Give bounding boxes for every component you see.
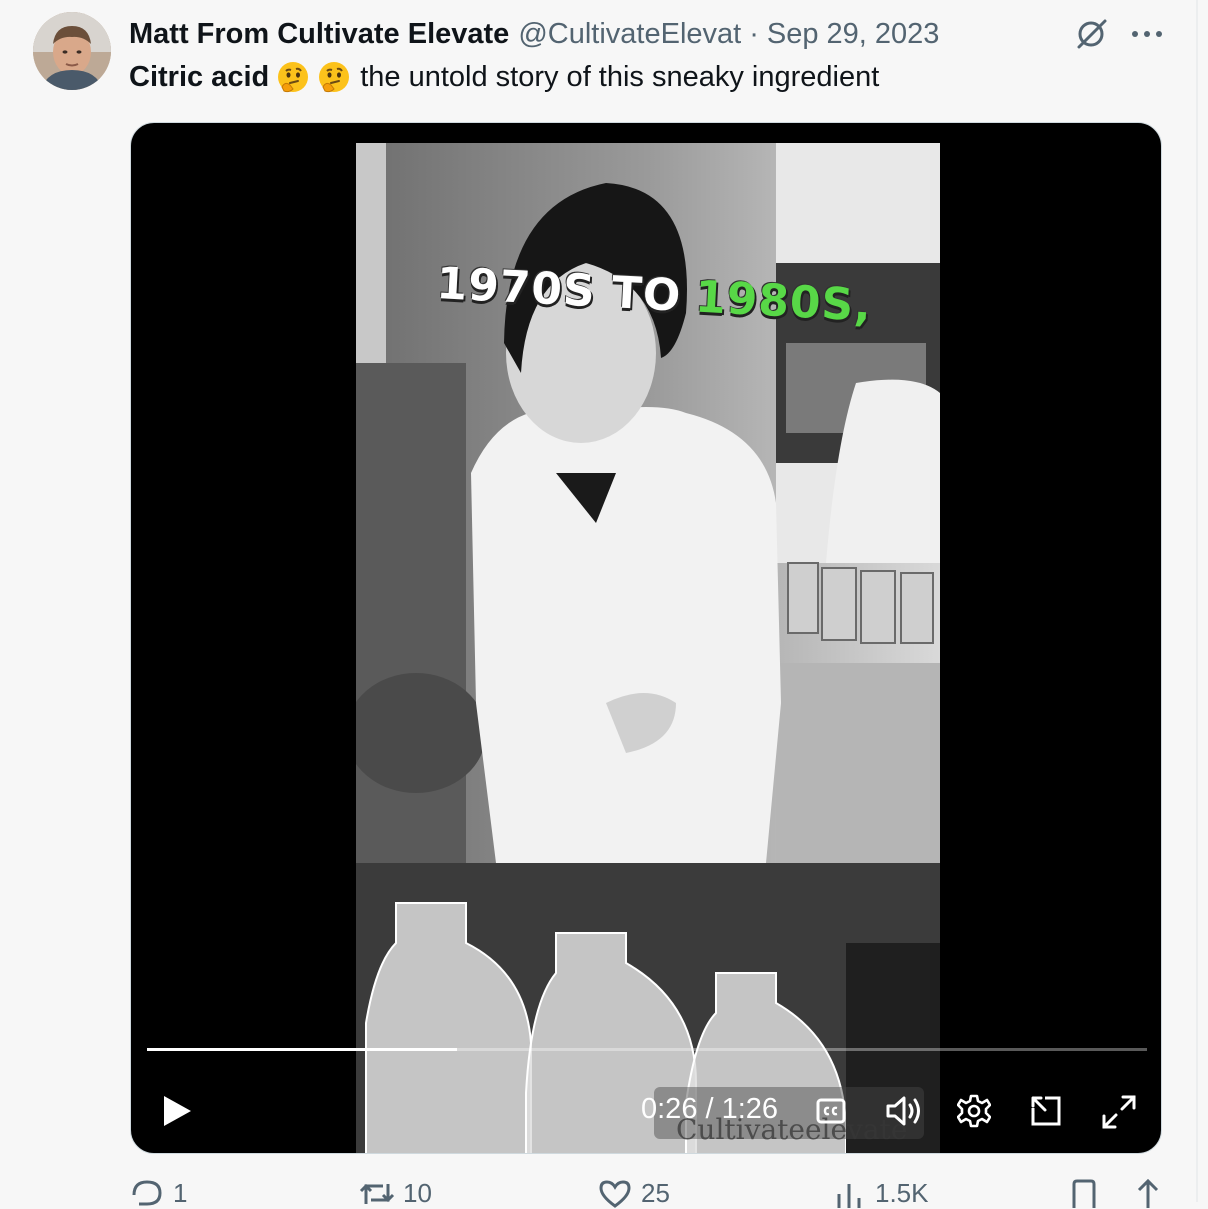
progress-bar-fill bbox=[147, 1048, 457, 1051]
views-button[interactable]: 1.5K bbox=[831, 1178, 929, 1209]
column-divider bbox=[1196, 0, 1198, 1202]
tweet-header: Matt From Cultivate Elevate @CultivateEl… bbox=[129, 14, 939, 54]
settings-icon[interactable] bbox=[955, 1093, 993, 1129]
video-frame[interactable]: 1970S TO 1980S, Cultivateelevate bbox=[356, 143, 940, 1153]
time-display: 0:26 / 1:26 bbox=[641, 1093, 779, 1125]
separator-dot: · bbox=[749, 17, 759, 50]
bookmark-button[interactable] bbox=[1069, 1178, 1099, 1208]
tweet-text-bold: Citric acid bbox=[129, 60, 270, 93]
progress-bar[interactable] bbox=[147, 1048, 1147, 1051]
like-count: 25 bbox=[641, 1178, 670, 1208]
repost-count: 10 bbox=[403, 1178, 432, 1208]
share-button[interactable] bbox=[1133, 1178, 1163, 1208]
reply-button[interactable]: 1 bbox=[129, 1178, 187, 1209]
play-icon[interactable] bbox=[157, 1089, 197, 1133]
volume-icon[interactable] bbox=[883, 1093, 925, 1129]
video-player[interactable]: 1970S TO 1980S, Cultivateelevate 0:26 / 1… bbox=[130, 122, 1162, 1154]
repost-icon bbox=[359, 1183, 395, 1204]
author-handle[interactable]: @CultivateElevat bbox=[518, 18, 741, 51]
video-controls: 0:26 / 1:26 bbox=[131, 1083, 1161, 1139]
more-options-icon[interactable] bbox=[1126, 16, 1168, 52]
views-icon bbox=[837, 1184, 861, 1208]
pop-out-icon[interactable] bbox=[1027, 1093, 1065, 1129]
author-name[interactable]: Matt From Cultivate Elevate bbox=[129, 18, 509, 51]
heart-icon bbox=[599, 1180, 631, 1208]
captions-icon[interactable] bbox=[813, 1095, 849, 1127]
repost-button[interactable]: 10 bbox=[359, 1178, 432, 1209]
tweet-text: Citric acid the untold story of this sne… bbox=[129, 57, 879, 97]
views-count: 1.5K bbox=[875, 1178, 929, 1208]
tweet-date[interactable]: Sep 29, 2023 bbox=[767, 18, 940, 51]
caption-part-2: 1980S, bbox=[693, 271, 874, 332]
thinking-face-emoji bbox=[276, 60, 310, 94]
reply-icon bbox=[132, 1180, 162, 1206]
share-icon bbox=[1137, 1178, 1159, 1208]
grok-icon[interactable] bbox=[1072, 16, 1112, 52]
avatar[interactable] bbox=[33, 12, 111, 90]
bookmark-icon bbox=[1072, 1179, 1096, 1208]
tweet-text-rest: the untold story of this sneaky ingredie… bbox=[360, 60, 880, 93]
like-button[interactable]: 25 bbox=[597, 1178, 670, 1209]
tweet-actions: 1 10 25 1.5K bbox=[129, 1178, 1169, 1208]
thinking-face-emoji bbox=[317, 60, 351, 94]
reply-count: 1 bbox=[173, 1178, 188, 1208]
fullscreen-icon[interactable] bbox=[1099, 1093, 1139, 1131]
